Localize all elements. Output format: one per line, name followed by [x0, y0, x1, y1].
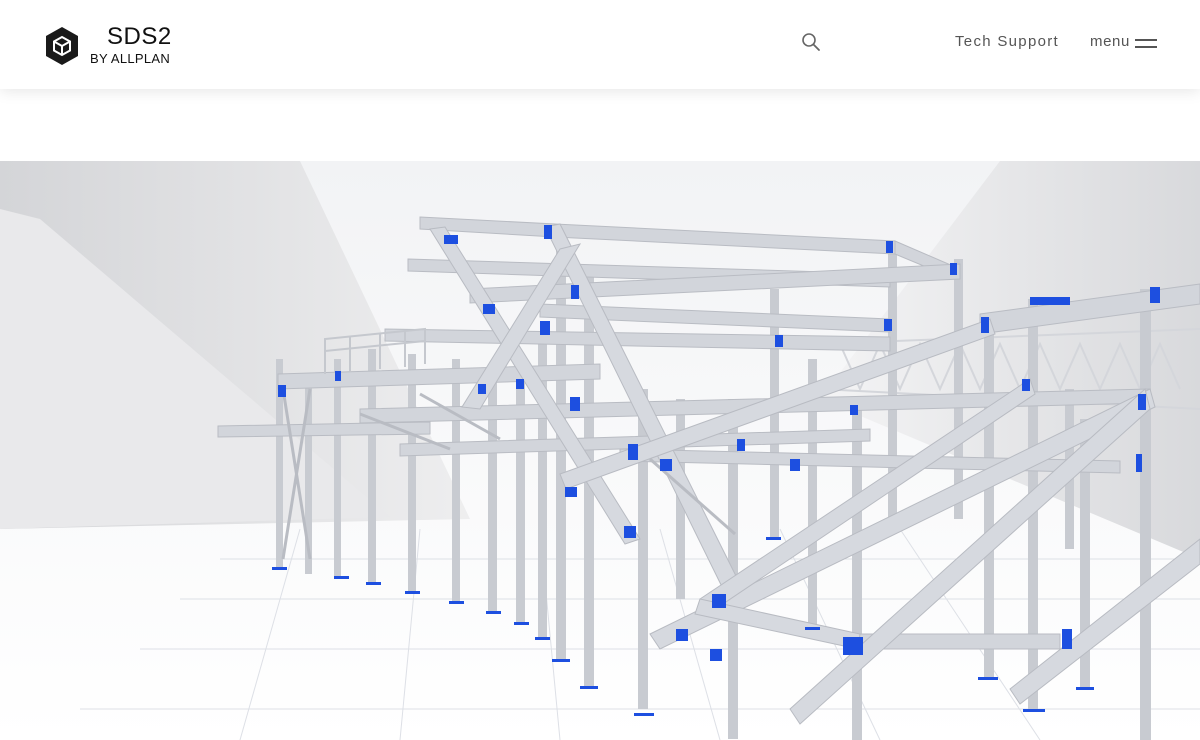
site-header: SDS2 BY ALLPLAN Tech Support menu	[0, 0, 1200, 89]
sds2-logo[interactable]: SDS2 BY ALLPLAN	[44, 23, 174, 68]
menu-button[interactable]: menu	[1090, 33, 1162, 55]
brand-name: SDS2	[107, 23, 172, 50]
search-icon	[802, 33, 820, 51]
hero-steel-structure-image	[0, 89, 1200, 740]
hamburger-icon	[1135, 39, 1157, 49]
brand-tagline: BY ALLPLAN	[90, 51, 171, 66]
search-button[interactable]	[800, 31, 824, 55]
nav-link-tech-support[interactable]: Tech Support	[955, 33, 1059, 50]
logo-cube-icon	[46, 27, 78, 65]
menu-label: menu	[1090, 33, 1130, 50]
